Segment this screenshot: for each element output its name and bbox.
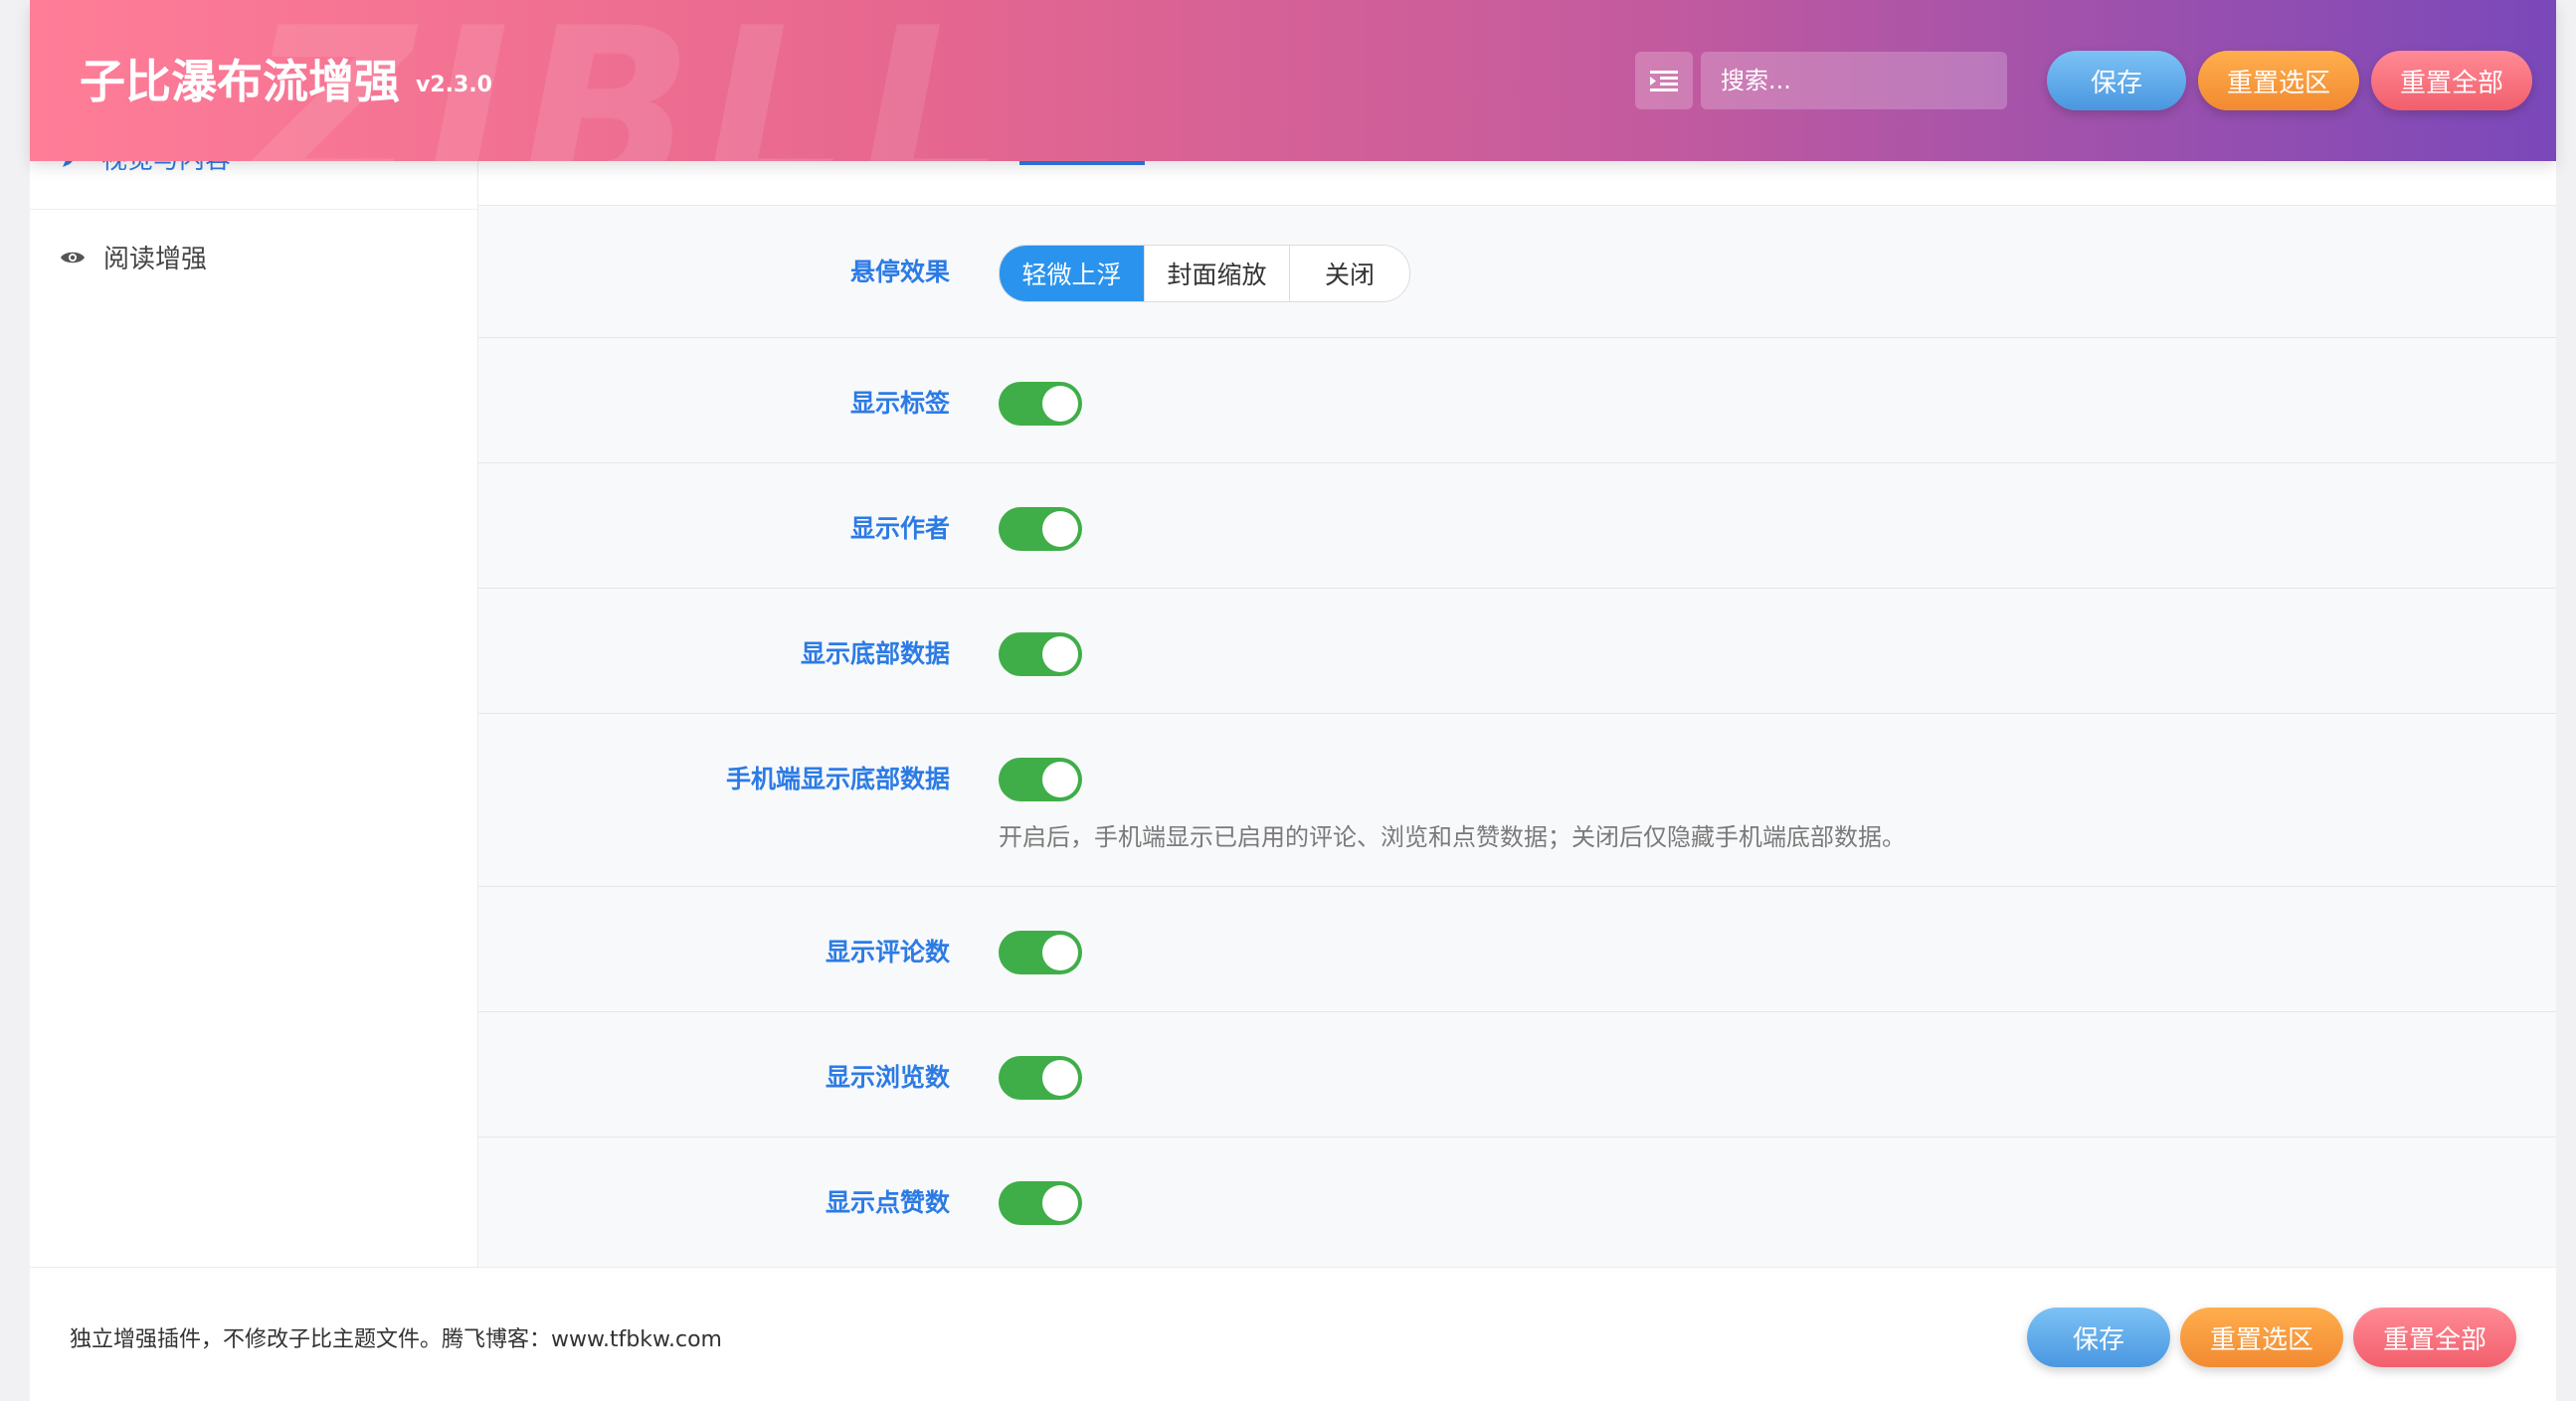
toggle-knob bbox=[1042, 1185, 1078, 1221]
setting-row-hover: 悬停效果 轻微上浮 封面缩放 关闭 bbox=[478, 205, 2556, 338]
hover-option-zoom[interactable]: 封面缩放 bbox=[1145, 246, 1290, 301]
hover-effect-segmented: 轻微上浮 封面缩放 关闭 bbox=[999, 245, 1410, 302]
setting-label: 显示评论数 bbox=[825, 938, 950, 966]
settings-panel: 悬停效果 轻微上浮 封面缩放 关闭 显示标签 显示作者 显示底部数据 手机端显示… bbox=[478, 161, 2556, 1267]
setting-label: 显示作者 bbox=[849, 514, 950, 543]
footer-bar: 独立增强插件，不修改子比主题文件。腾飞博客：www.tfbkw.com 保存 重… bbox=[30, 1267, 2556, 1401]
setting-label: 显示浏览数 bbox=[825, 1063, 950, 1092]
show-author-toggle[interactable] bbox=[999, 507, 1082, 551]
footer-reset-all-button[interactable]: 重置全部 bbox=[2353, 1308, 2516, 1367]
setting-row-show-bottom-data: 显示底部数据 bbox=[478, 589, 2556, 714]
setting-row-mobile-bottom-data: 手机端显示底部数据 开启后，手机端显示已启用的评论、浏览和点赞数据；关闭后仅隐藏… bbox=[478, 714, 2556, 887]
sidebar-item-visual-content[interactable]: 视觉与内容 bbox=[30, 161, 477, 210]
reset-section-button[interactable]: 重置选区 bbox=[2198, 51, 2359, 110]
previous-control-edge bbox=[1019, 161, 1145, 165]
toggle-knob bbox=[1042, 1060, 1078, 1096]
setting-row-show-likes: 显示点赞数 bbox=[478, 1138, 2556, 1267]
show-tags-toggle[interactable] bbox=[999, 382, 1082, 426]
toggle-knob bbox=[1042, 636, 1078, 672]
mobile-bottom-data-toggle[interactable] bbox=[999, 758, 1082, 801]
toggle-knob bbox=[1042, 762, 1078, 797]
sidebar-item-label: 视觉与内容 bbox=[101, 161, 231, 176]
pencil-icon bbox=[63, 161, 73, 167]
menu-toggle-button[interactable] bbox=[1635, 52, 1693, 109]
plugin-version: v2.3.0 bbox=[416, 73, 492, 97]
footer-reset-section-button[interactable]: 重置选区 bbox=[2180, 1308, 2343, 1367]
eye-icon bbox=[61, 252, 85, 263]
list-indent-icon bbox=[1650, 71, 1678, 91]
show-comments-toggle[interactable] bbox=[999, 931, 1082, 974]
save-button[interactable]: 保存 bbox=[2047, 51, 2186, 110]
setting-description: 开启后，手机端显示已启用的评论、浏览和点赞数据；关闭后仅隐藏手机端底部数据。 bbox=[999, 823, 1906, 851]
setting-label: 手机端显示底部数据 bbox=[725, 765, 950, 793]
header-bar: ZIBLL 子比瀑布流增强 v2.3.0 保存 重置选区 重置全部 bbox=[30, 0, 2556, 161]
setting-row-show-author: 显示作者 bbox=[478, 463, 2556, 589]
footer-info-text: 独立增强插件，不修改子比主题文件。腾飞博客：www.tfbkw.com bbox=[70, 1327, 722, 1352]
setting-label: 悬停效果 bbox=[849, 258, 950, 286]
hover-option-off[interactable]: 关闭 bbox=[1290, 246, 1409, 301]
show-likes-toggle[interactable] bbox=[999, 1181, 1082, 1225]
plugin-title: 子比瀑布流增强 bbox=[80, 55, 400, 108]
show-views-toggle[interactable] bbox=[999, 1056, 1082, 1100]
toggle-knob bbox=[1042, 935, 1078, 970]
sidebar: 视觉与内容 阅读增强 bbox=[30, 161, 478, 1267]
toggle-knob bbox=[1042, 386, 1078, 422]
setting-row-show-comments: 显示评论数 bbox=[478, 887, 2556, 1012]
sidebar-item-label: 阅读增强 bbox=[103, 245, 208, 274]
setting-label: 显示点赞数 bbox=[825, 1188, 950, 1217]
settings-window: ZIBLL 子比瀑布流增强 v2.3.0 保存 重置选区 重置全部 视觉与内容 bbox=[30, 0, 2556, 1401]
sidebar-item-reading[interactable]: 阅读增强 bbox=[60, 239, 207, 275]
footer-save-button[interactable]: 保存 bbox=[2027, 1308, 2170, 1367]
search-input[interactable] bbox=[1701, 52, 2007, 109]
setting-row-show-views: 显示浏览数 bbox=[478, 1012, 2556, 1138]
previous-row-edge bbox=[478, 161, 2556, 206]
show-bottom-data-toggle[interactable] bbox=[999, 632, 1082, 676]
toggle-knob bbox=[1042, 511, 1078, 547]
setting-label: 显示标签 bbox=[849, 389, 950, 418]
setting-label: 显示底部数据 bbox=[800, 639, 950, 668]
hover-option-float[interactable]: 轻微上浮 bbox=[1000, 246, 1145, 301]
setting-row-show-tags: 显示标签 bbox=[478, 338, 2556, 463]
reset-all-button[interactable]: 重置全部 bbox=[2371, 51, 2532, 110]
